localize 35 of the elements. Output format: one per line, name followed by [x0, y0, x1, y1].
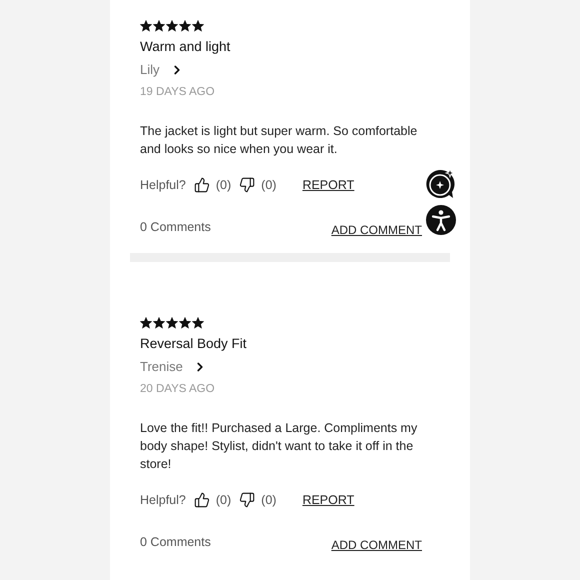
star-icon — [140, 316, 152, 329]
star-icon — [166, 316, 178, 329]
helpful-label: Helpful? — [140, 177, 186, 194]
downvote-count: (0) — [261, 492, 276, 509]
add-comment-link[interactable]: ADD COMMENT — [331, 220, 422, 239]
author-name: Trenise — [140, 358, 183, 376]
review-body: The jacket is light but super warm. So comfortable and looks so nice when you wear it. — [140, 123, 418, 158]
author-name: Lily — [140, 61, 160, 79]
star-icon — [166, 20, 178, 32]
star-icon — [153, 316, 165, 329]
upvote-count: (0) — [216, 177, 232, 194]
review-title: Reversal Body Fit — [140, 334, 248, 353]
upvote-count: (0) — [216, 492, 232, 509]
thumbs-down-icon[interactable] — [239, 177, 256, 194]
report-link[interactable]: REPORT — [302, 490, 354, 510]
review-date: 20 DAYS AGO — [140, 382, 216, 397]
review-body: Love the fit!! Purchased a Large. Compliments my body shape! Stylist, didn't want to take it off in the store! — [140, 420, 418, 473]
star-icon — [153, 20, 165, 32]
review-date: 19 DAYS AGO — [140, 85, 216, 100]
star-icon — [192, 316, 204, 329]
downvote-count: (0) — [261, 177, 276, 194]
add-comment-link[interactable]: ADD COMMENT — [331, 536, 422, 554]
comments-count: 0 Comments — [140, 534, 211, 552]
review-title: Warm and light — [140, 38, 232, 56]
star-icon — [192, 20, 204, 32]
star-icon — [179, 316, 191, 329]
thumbs-down-icon[interactable] — [239, 492, 256, 508]
thumbs-up-icon[interactable] — [194, 492, 210, 508]
comments-count: 0 Comments — [140, 219, 211, 236]
star-icon — [140, 20, 152, 32]
thumbs-up-icon[interactable] — [194, 177, 210, 194]
accessibility-icon[interactable] — [426, 205, 456, 235]
report-link[interactable]: REPORT — [302, 176, 354, 195]
helpful-label: Helpful? — [140, 492, 186, 509]
star-icon — [179, 20, 191, 32]
